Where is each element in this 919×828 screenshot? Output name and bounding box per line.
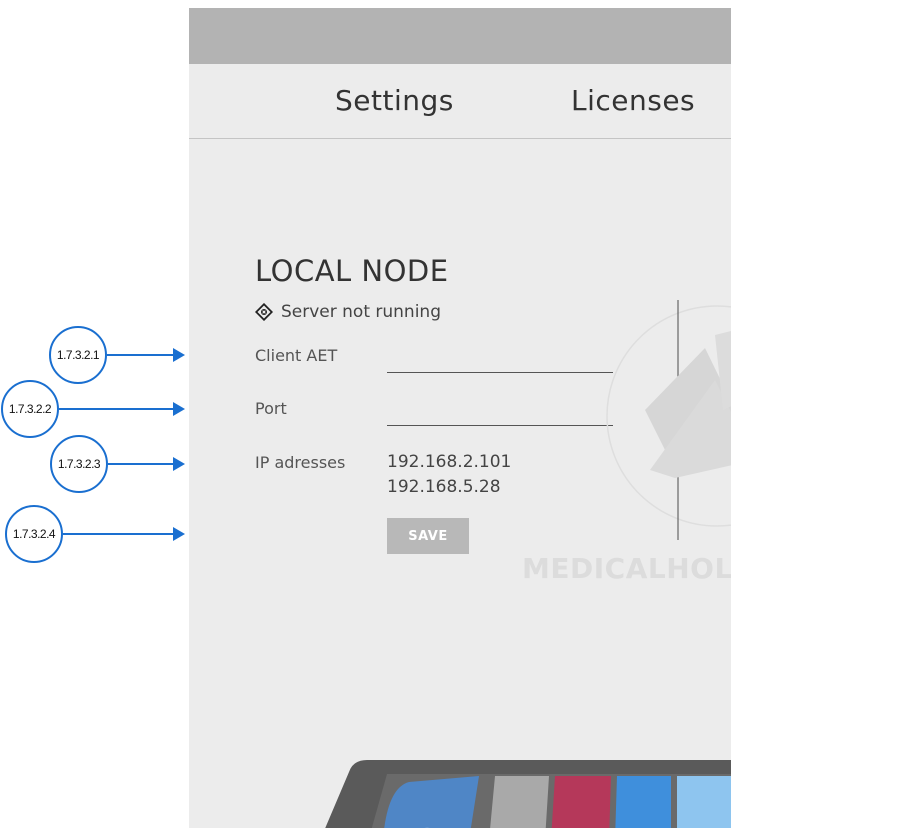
annotation-arrow [63, 527, 185, 541]
server-status-text: Server not running [281, 302, 441, 322]
annotation-arrow [108, 457, 185, 471]
brand-wordmark: MEDICALHOLO [522, 552, 731, 585]
ip-address-1: 192.168.2.101 [387, 452, 512, 472]
app-panel: Settings Licenses LOCAL NODE Server not … [189, 8, 731, 828]
medicalholodeck-logo [605, 300, 731, 540]
app-dock [309, 760, 731, 828]
save-button[interactable]: SAVE [387, 518, 469, 554]
server-status: Server not running [255, 300, 441, 324]
ip-addresses-label: IP adresses [255, 453, 346, 472]
client-aet-label: Client AET [255, 346, 338, 365]
tab-bar: Settings Licenses [189, 64, 731, 139]
tab-settings[interactable]: Settings [335, 84, 454, 117]
top-bar [189, 8, 731, 64]
annotation-arrow [107, 348, 185, 362]
tab-licenses[interactable]: Licenses [571, 84, 695, 117]
ip-address-2: 192.168.5.28 [387, 477, 501, 497]
local-node-title: LOCAL NODE [255, 254, 449, 288]
annotation-arrow [59, 402, 185, 416]
annotation-callout: 1.7.3.2.3 [50, 435, 108, 493]
port-label: Port [255, 399, 287, 418]
annotation-callout: 1.7.3.2.2 [1, 380, 59, 438]
port-input[interactable] [387, 403, 613, 426]
stop-diamond-icon [255, 303, 273, 321]
client-aet-input[interactable] [387, 350, 613, 373]
annotation-callout: 1.7.3.2.4 [5, 505, 63, 563]
annotation-callout: 1.7.3.2.1 [49, 326, 107, 384]
